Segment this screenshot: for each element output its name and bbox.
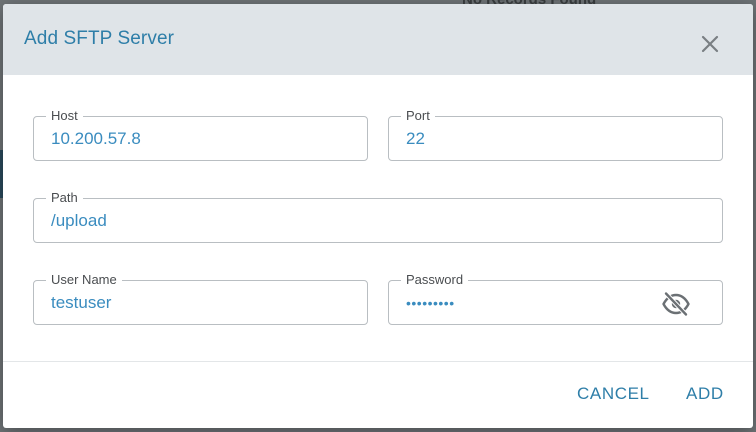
dialog-title: Add SFTP Server [24, 28, 175, 49]
cancel-button[interactable]: CANCEL [577, 384, 650, 404]
path-field[interactable]: Path /upload [33, 190, 723, 243]
footer-divider [3, 361, 753, 362]
path-input-value: /upload [51, 211, 107, 230]
toggle-password-visibility-button[interactable] [661, 291, 691, 317]
port-input-value: 22 [406, 129, 425, 148]
close-icon [701, 35, 719, 53]
eye-off-icon [662, 291, 690, 317]
port-label: Port [401, 108, 435, 124]
host-label: Host [46, 108, 83, 124]
password-input-value: ••••••••• [406, 295, 455, 311]
password-label: Password [401, 272, 469, 288]
password-field[interactable]: Password ••••••••• [388, 272, 723, 325]
host-field[interactable]: Host 10.200.57.8 [33, 108, 368, 161]
username-input-value: testuser [51, 293, 112, 312]
close-button[interactable] [695, 29, 725, 59]
username-field[interactable]: User Name testuser [33, 272, 368, 325]
username-label: User Name [46, 272, 122, 288]
port-field[interactable]: Port 22 [388, 108, 723, 161]
path-label: Path [46, 190, 83, 206]
dialog-header: Add SFTP Server [3, 4, 753, 75]
host-input-value: 10.200.57.8 [51, 129, 141, 148]
add-sftp-server-dialog: Add SFTP Server Host 10.200.57.8 Port 22… [3, 4, 753, 428]
add-button[interactable]: ADD [686, 384, 724, 404]
